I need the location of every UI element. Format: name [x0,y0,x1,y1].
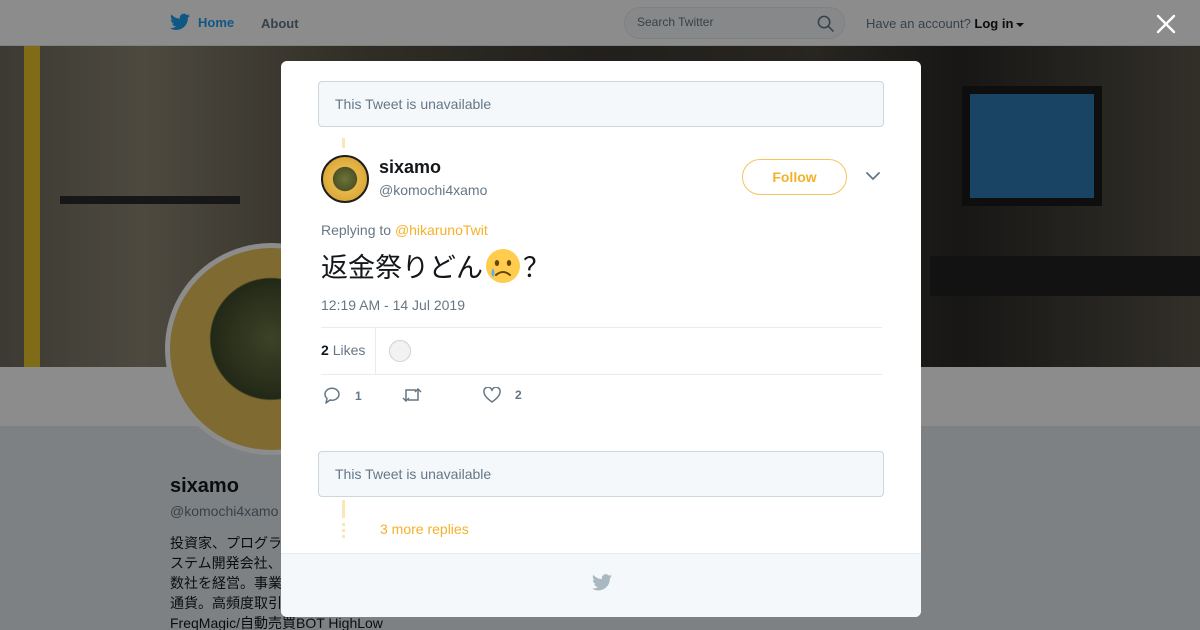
modal-footer [281,553,921,617]
divider [321,327,882,328]
thread-line [342,529,345,532]
divider [321,374,882,375]
close-icon[interactable] [1156,14,1176,34]
reply-icon [324,387,340,404]
tweet-author-avatar[interactable] [321,155,369,203]
tweet-text-end: ？ [523,253,550,284]
liker-avatar[interactable] [389,340,411,362]
thread-line [342,138,345,148]
thread-line [342,523,345,526]
unavailable-tweet-notice: This Tweet is unavailable [318,81,884,127]
chevron-down-icon[interactable] [866,171,880,181]
reply-count: 1 [355,388,362,403]
replying-to: Replying to @hikarunoTwit [321,222,488,238]
crying-face-icon [486,248,520,283]
tweet-text-body: 返金祭りどん [321,253,483,284]
reply-action[interactable]: 1 [323,387,362,404]
like-action[interactable]: 2 [483,387,522,403]
replying-prefix: Replying to [321,222,392,238]
retweet-action[interactable] [402,387,436,403]
twitter-bird-icon [592,574,612,591]
thread-line [342,535,345,538]
heart-icon [483,387,501,403]
retweet-icon [402,387,422,403]
thread-line [342,500,345,518]
likes-stat[interactable]: 2 Likes [321,342,365,358]
tweet-text: 返金祭りどん ？ [321,246,550,285]
unavailable-tweet-notice: This Tweet is unavailable [318,451,884,497]
more-replies-link[interactable]: 3 more replies [380,521,469,537]
tweet-author-handle[interactable]: @komochi4xamo [379,182,487,198]
divider [375,327,376,374]
replying-to-link[interactable]: @hikarunoTwit [395,222,488,238]
tweet-author-name[interactable]: sixamo [379,157,441,178]
follow-button[interactable]: Follow [742,159,847,195]
tweet-modal: This Tweet is unavailable sixamo @komoch… [281,61,921,617]
likes-label: Likes [332,342,366,358]
like-count: 2 [515,388,522,402]
tweet-timestamp[interactable]: 12:19 AM - 14 Jul 2019 [321,297,465,313]
likes-count: 2 [321,342,329,358]
